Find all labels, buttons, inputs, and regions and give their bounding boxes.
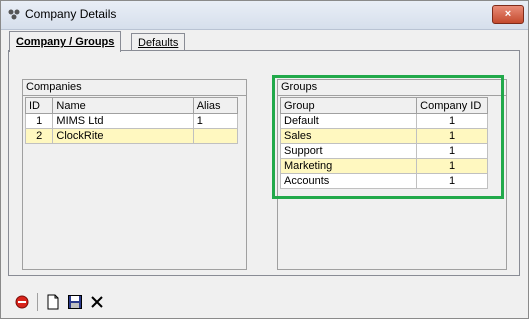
group-company-id-cell[interactable]: 1: [416, 158, 488, 174]
table-row[interactable]: Default 1: [279, 113, 488, 129]
column-header-id[interactable]: ID: [24, 97, 54, 114]
column-header-group[interactable]: Group: [279, 97, 418, 114]
tab-panel-company-groups: Companies ID Name Alias 1 MIMS Ltd 1 2 C…: [8, 50, 520, 276]
companies-table[interactable]: ID Name Alias 1 MIMS Ltd 1 2 ClockRite: [24, 97, 239, 144]
companies-header-row: ID Name Alias: [24, 97, 239, 114]
new-button[interactable]: [42, 291, 64, 313]
new-document-icon: [47, 294, 59, 310]
column-header-name[interactable]: Name: [52, 97, 194, 114]
table-row[interactable]: Marketing 1: [279, 158, 488, 174]
group-name-cell[interactable]: Accounts: [279, 173, 418, 189]
group-name-cell[interactable]: Default: [279, 113, 418, 129]
save-icon: [68, 295, 82, 309]
close-button[interactable]: ×: [492, 5, 524, 24]
groups-header-row: Group Company ID: [279, 97, 488, 114]
stop-icon: [15, 295, 29, 309]
table-row[interactable]: Support 1: [279, 143, 488, 159]
table-row[interactable]: Sales 1: [279, 128, 488, 144]
group-name-cell[interactable]: Sales: [279, 128, 418, 144]
companies-group-title: Companies: [23, 80, 246, 96]
tab-company-groups[interactable]: Company / Groups: [9, 31, 122, 52]
column-header-alias[interactable]: Alias: [192, 97, 239, 114]
group-name-cell[interactable]: Marketing: [279, 158, 418, 174]
stop-button[interactable]: [11, 291, 33, 313]
delete-icon: [91, 296, 103, 308]
table-row[interactable]: Accounts 1: [279, 173, 488, 189]
delete-button[interactable]: [86, 291, 108, 313]
table-row[interactable]: 2 ClockRite: [24, 128, 239, 144]
window-title: Company Details: [25, 7, 117, 21]
company-alias-cell[interactable]: [192, 128, 239, 144]
group-company-id-cell[interactable]: 1: [416, 143, 488, 159]
groups-group: Groups Group Company ID Default 1 Sales …: [277, 79, 507, 270]
title-bar[interactable]: Company Details ×: [1, 1, 528, 30]
toolbar-separator: [37, 293, 38, 311]
company-id-cell[interactable]: 2: [24, 128, 54, 144]
client-area: Company / Groups Defaults Companies ID N…: [1, 30, 528, 318]
table-row[interactable]: 1 MIMS Ltd 1: [24, 113, 239, 129]
app-icon: [8, 9, 20, 20]
company-alias-cell[interactable]: 1: [192, 113, 239, 129]
column-header-company-id[interactable]: Company ID: [416, 97, 488, 114]
company-id-cell[interactable]: 1: [24, 113, 54, 129]
companies-group: Companies ID Name Alias 1 MIMS Ltd 1 2 C…: [22, 79, 247, 270]
groups-table[interactable]: Group Company ID Default 1 Sales 1 Suppo…: [279, 97, 488, 189]
company-name-cell[interactable]: MIMS Ltd: [52, 113, 194, 129]
save-button[interactable]: [64, 291, 86, 313]
company-details-window: Company Details × Company / Groups Defau…: [0, 0, 529, 319]
group-name-cell[interactable]: Support: [279, 143, 418, 159]
groups-group-title: Groups: [278, 80, 506, 96]
group-company-id-cell[interactable]: 1: [416, 128, 488, 144]
group-company-id-cell[interactable]: 1: [416, 173, 488, 189]
group-company-id-cell[interactable]: 1: [416, 113, 488, 129]
company-name-cell[interactable]: ClockRite: [52, 128, 194, 144]
